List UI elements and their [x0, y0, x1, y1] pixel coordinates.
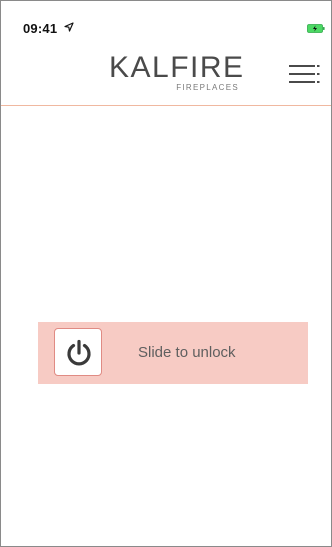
status-time: 09:41: [23, 21, 58, 36]
slider-handle[interactable]: [54, 328, 102, 376]
power-icon: [67, 339, 91, 366]
logo-wordmark: KALFIRE: [109, 51, 245, 84]
battery-charging-icon: [307, 24, 325, 33]
logo-tagline: FIREPLACES: [176, 83, 239, 92]
kalfire-logo: KALFIRE FIREPLACES: [109, 51, 243, 96]
app-screen: 09:41 KALFIRE FIREPLACES Slide to unlock: [0, 0, 332, 547]
menu-button[interactable]: [287, 61, 321, 87]
location-arrow-icon: [64, 22, 74, 32]
hamburger-menu-icon: [289, 65, 320, 83]
slide-to-unlock-slider[interactable]: Slide to unlock: [38, 322, 308, 384]
header: KALFIRE FIREPLACES: [1, 41, 331, 106]
slider-label: Slide to unlock: [138, 344, 236, 361]
status-bar: 09:41: [1, 1, 331, 41]
